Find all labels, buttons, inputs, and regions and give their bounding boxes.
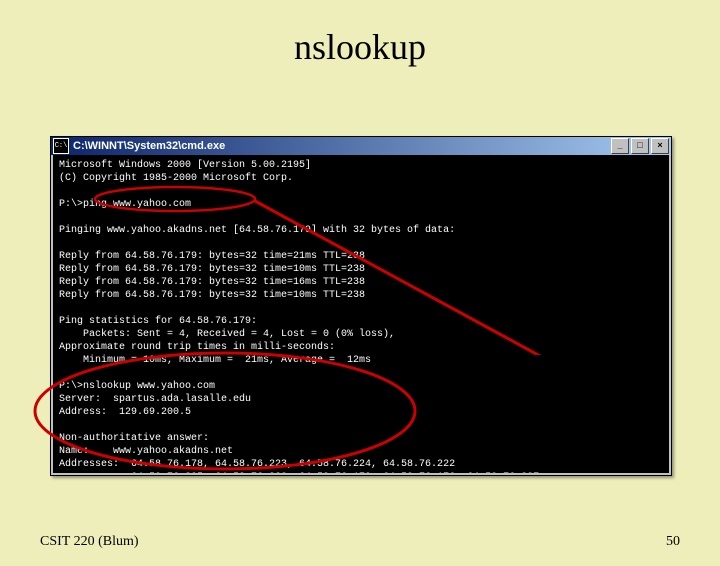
maximize-button[interactable]: □: [631, 138, 649, 154]
annotation-text-1: ping also: [530, 346, 621, 372]
slide-title: nslookup: [0, 26, 720, 68]
cmd-window: C:\WINNT\System32\cmd.exe _ □ × Microsof…: [50, 136, 672, 476]
window-buttons: _ □ ×: [611, 138, 669, 154]
titlebar: C:\WINNT\System32\cmd.exe _ □ ×: [51, 137, 671, 155]
terminal-output[interactable]: Microsoft Windows 2000 [Version 5.00.219…: [53, 155, 669, 473]
annotation-label: ping also works: [530, 346, 621, 399]
window-title: C:\WINNT\System32\cmd.exe: [73, 140, 611, 152]
annotation-text-2: works: [530, 372, 593, 398]
footer-left: CSIT 220 (Blum): [40, 534, 139, 550]
cmd-icon: [53, 138, 69, 154]
close-button[interactable]: ×: [651, 138, 669, 154]
minimize-button[interactable]: _: [611, 138, 629, 154]
page-number: 50: [666, 534, 680, 550]
